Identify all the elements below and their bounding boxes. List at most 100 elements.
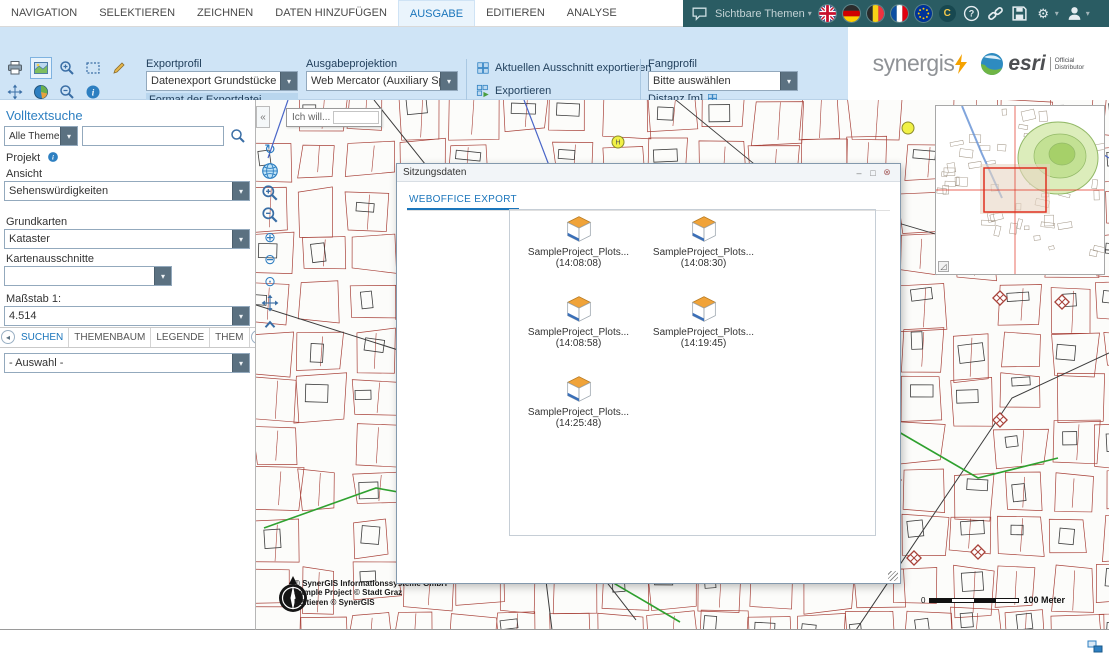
- flag-france-icon[interactable]: [891, 5, 908, 22]
- flag-eu-icon[interactable]: [915, 5, 932, 22]
- zoom-in-button[interactable]: [56, 57, 78, 79]
- export-profile-dropdown[interactable]: Datenexport Grundstücke (... ▾: [146, 71, 298, 91]
- export-cube-icon: [562, 292, 596, 326]
- synergis-wordmark: synergis: [873, 50, 955, 77]
- center-target-button[interactable]: ⊙: [261, 272, 279, 290]
- theme-filter-dropdown[interactable]: Alle Themen ▾: [4, 126, 78, 146]
- overview-canvas[interactable]: [936, 106, 1104, 274]
- flag-germany-icon[interactable]: [843, 5, 860, 22]
- zoom-in-button[interactable]: ⊕: [261, 228, 279, 246]
- globe-icon[interactable]: [261, 162, 279, 180]
- session-file-item[interactable]: SampleProject_Plots... (14:19:45): [641, 292, 766, 364]
- close-icon[interactable]: ⊗: [880, 166, 894, 179]
- menu-item-analyse[interactable]: ANALYSE: [556, 0, 628, 26]
- info-icon[interactable]: [47, 151, 59, 163]
- menu-item-ausgabe[interactable]: AUSGABE: [398, 0, 475, 26]
- zoom-in-box-icon[interactable]: [261, 184, 279, 202]
- extent-label: Kartenausschnitte: [6, 253, 94, 265]
- weboffice-export-tab[interactable]: WEBOFFICE EXPORT: [407, 191, 519, 210]
- chevron-down-icon[interactable]: ▾: [60, 127, 77, 145]
- extent-dropdown[interactable]: ▾: [4, 266, 172, 286]
- export-profile-value: Datenexport Grundstücke (...: [147, 75, 280, 87]
- scale-dropdown[interactable]: 4.514 ▾: [4, 306, 250, 326]
- menu-item-selektieren[interactable]: SELEKTIEREN: [88, 0, 186, 26]
- print-button[interactable]: [4, 57, 26, 79]
- minimize-icon[interactable]: –: [852, 166, 866, 179]
- pan-arrows-icon[interactable]: [261, 294, 279, 312]
- tab-suchen[interactable]: SUCHEN: [16, 328, 69, 347]
- chevron-up-icon[interactable]: [261, 316, 279, 334]
- zoom-out-box-icon[interactable]: [261, 206, 279, 224]
- overview-collapse-button[interactable]: ◿: [938, 261, 949, 272]
- esri-sub2: Distributor: [1055, 64, 1085, 71]
- selection-value: - Auswahl -: [5, 357, 232, 369]
- search-icon[interactable]: [230, 128, 246, 144]
- visible-themes-dropdown[interactable]: Sichtbare Themen: [715, 8, 805, 20]
- circle-c-icon[interactable]: C: [939, 5, 956, 22]
- help-icon[interactable]: [963, 5, 980, 22]
- tabs-scroll-left-button[interactable]: ◂: [1, 330, 15, 344]
- dialog-titlebar[interactable]: Sitzungsdaten – □ ⊗: [397, 164, 900, 182]
- chevron-down-icon[interactable]: ▾: [232, 307, 249, 325]
- session-file-item[interactable]: SampleProject_Plots... (14:08:08): [516, 212, 641, 284]
- chevron-down-icon[interactable]: ▾: [280, 72, 297, 90]
- flag-belgium-icon[interactable]: [867, 5, 884, 22]
- tabs-scroll-right-button[interactable]: ▸: [251, 330, 256, 344]
- snap-profile-label: Fangprofil: [648, 58, 697, 70]
- dialog-resize-grip[interactable]: [888, 571, 898, 581]
- esri-wordmark: esri: [1008, 52, 1045, 76]
- tab-themenbaum[interactable]: THEMENBAUM: [69, 328, 151, 347]
- chevron-down-icon[interactable]: ▾: [154, 267, 171, 285]
- menu-item-daten-hinzufuegen[interactable]: DATEN HINZUFÜGEN: [264, 0, 398, 26]
- chevron-down-icon[interactable]: ▾: [1055, 9, 1059, 18]
- view-value: Sehenswürdigkeiten: [5, 185, 232, 197]
- map-tool-button[interactable]: [30, 57, 52, 79]
- menu-item-zeichnen[interactable]: ZEICHNEN: [186, 0, 264, 26]
- file-name: SampleProject_Plots...: [528, 407, 629, 418]
- pan-arrows-icon: [7, 84, 23, 100]
- chevron-down-icon[interactable]: ▾: [1086, 9, 1090, 18]
- basemap-dropdown[interactable]: Kataster ▾: [4, 229, 250, 249]
- overview-map[interactable]: ◿: [935, 105, 1105, 275]
- draw-button[interactable]: [108, 57, 130, 79]
- scale-bar-segments: [929, 598, 1019, 603]
- snap-profile-dropdown[interactable]: Bitte auswählen ▾: [648, 71, 798, 91]
- selection-dropdown[interactable]: - Auswahl - ▾: [4, 353, 250, 373]
- tab-themen[interactable]: THEM: [210, 328, 249, 347]
- chevron-down-icon[interactable]: ▾: [808, 9, 812, 18]
- export-button[interactable]: Exportieren: [476, 84, 551, 98]
- maximize-icon[interactable]: □: [866, 166, 880, 179]
- esri-sub1: Official: [1055, 57, 1075, 64]
- reload-button[interactable]: ↻: [261, 140, 279, 158]
- chevron-down-icon[interactable]: ▾: [780, 72, 797, 90]
- sitzungsdaten-dialog[interactable]: Sitzungsdaten – □ ⊗ WEBOFFICE EXPORT Sam…: [396, 163, 901, 584]
- network-status-icon[interactable]: [1087, 639, 1103, 655]
- chevron-down-icon[interactable]: ▾: [440, 72, 457, 90]
- tab-legende[interactable]: LEGENDE: [151, 328, 210, 347]
- gear-icon[interactable]: ⚙: [1035, 5, 1052, 22]
- link-icon[interactable]: [987, 5, 1004, 22]
- search-input[interactable]: [82, 126, 224, 146]
- session-file-item[interactable]: SampleProject_Plots... (14:08:30): [641, 212, 766, 284]
- view-dropdown[interactable]: Sehenswürdigkeiten ▾: [4, 181, 250, 201]
- view-label: Ansicht: [6, 168, 42, 180]
- menu-item-navigation[interactable]: NAVIGATION: [0, 0, 88, 26]
- chevron-down-icon[interactable]: ▾: [232, 354, 249, 372]
- save-icon[interactable]: [1011, 5, 1028, 22]
- export-extent-button[interactable]: Aktuellen Ausschnitt exportieren: [476, 61, 652, 75]
- chevron-down-icon[interactable]: ▾: [232, 230, 249, 248]
- menu-item-editieren[interactable]: EDITIEREN: [475, 0, 556, 26]
- output-projection-dropdown[interactable]: Web Mercator (Auxiliary Sp... ▾: [306, 71, 458, 91]
- copyright-line-3: Editieren © SynerGIS: [294, 598, 447, 608]
- zoom-out-button[interactable]: ⊖: [261, 250, 279, 268]
- session-file-item[interactable]: SampleProject_Plots... (14:08:58): [516, 292, 641, 364]
- ich-will-input[interactable]: [333, 111, 379, 124]
- session-file-item[interactable]: SampleProject_Plots... (14:25:48): [516, 372, 641, 444]
- chevron-down-icon[interactable]: ▾: [232, 182, 249, 200]
- select-rectangle-button[interactable]: [82, 57, 104, 79]
- output-projection-label: Ausgabeprojektion: [306, 58, 397, 70]
- collapse-panel-button[interactable]: «: [256, 106, 270, 128]
- ich-will-widget[interactable]: Ich will...: [286, 108, 382, 127]
- flag-uk-icon[interactable]: [819, 5, 836, 22]
- user-icon[interactable]: [1066, 5, 1083, 22]
